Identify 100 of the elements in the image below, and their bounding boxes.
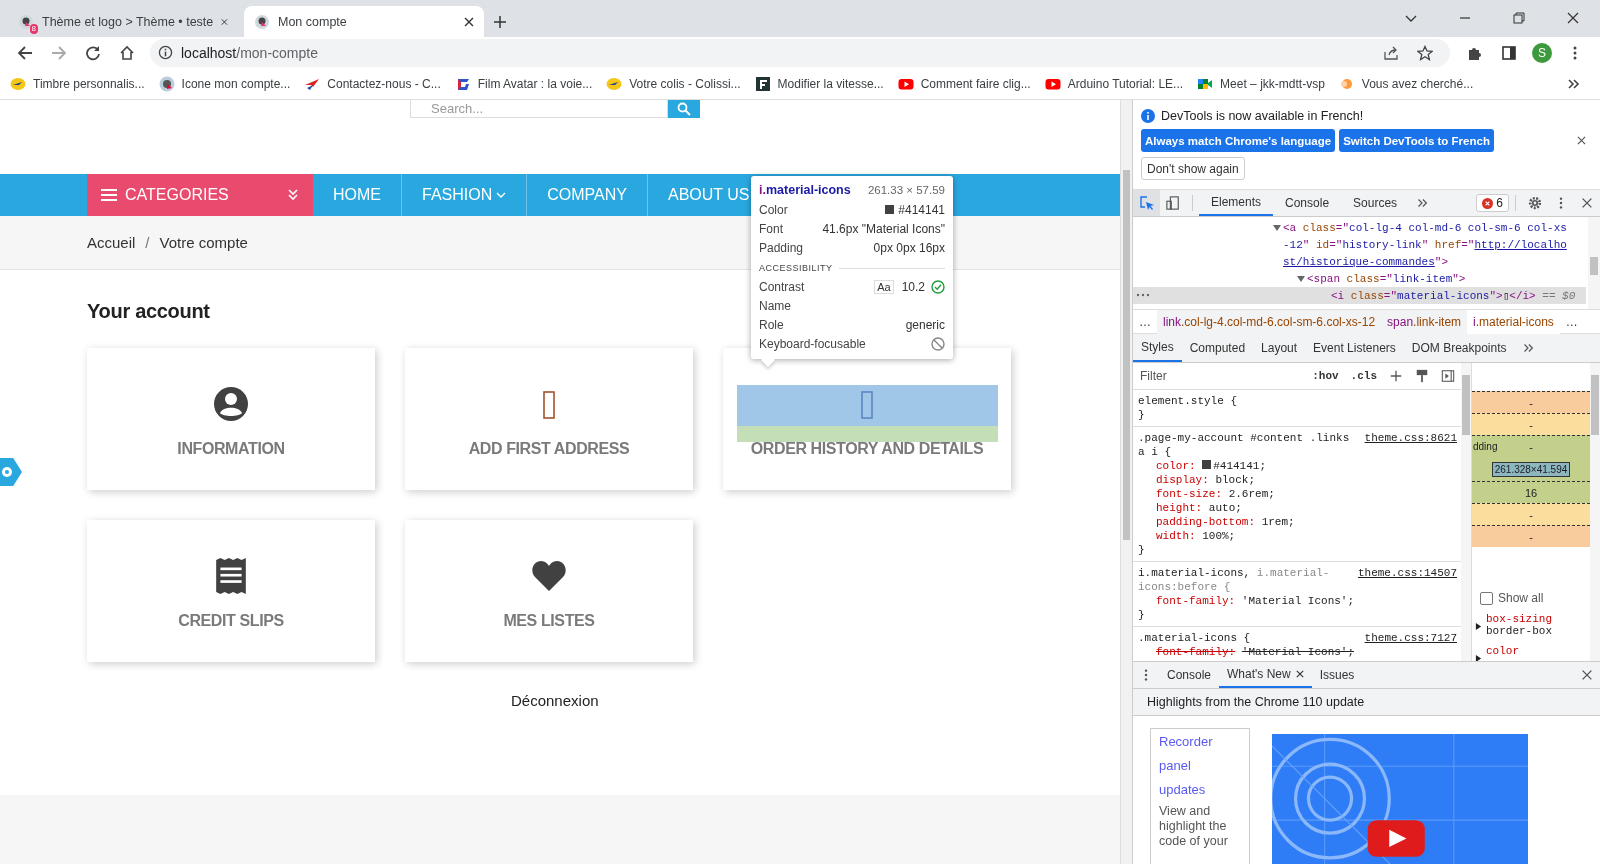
devtools-tab[interactable]: Console <box>1273 190 1342 216</box>
panel-tab[interactable]: Layout <box>1253 334 1306 362</box>
bookmark[interactable]: Contactez-nous - C... <box>304 75 441 92</box>
bookmark[interactable]: Icone mon compte... <box>158 75 291 92</box>
drawer-tab[interactable]: Issues <box>1311 662 1363 688</box>
breadcrumb-item[interactable]: link.col-lg-4.col-md-6.col-sm-6.col-xs-12 <box>1157 309 1382 334</box>
scrollbar[interactable] <box>1588 217 1600 309</box>
language-button[interactable]: Always match Chrome's language <box>1141 129 1336 152</box>
settings-icon[interactable] <box>1528 196 1542 210</box>
reload-icon[interactable] <box>85 44 101 61</box>
account-card[interactable]: ADD FIRST ADDRESS <box>405 348 693 490</box>
expand-triangle-icon[interactable] <box>1475 623 1482 630</box>
close-icon[interactable] <box>1295 670 1304 678</box>
css-declaration[interactable]: padding-bottom: 1rem; <box>1138 515 1457 529</box>
source-link[interactable]: theme.css:14507 <box>1357 566 1457 594</box>
more-tabs-icon[interactable] <box>1415 196 1430 210</box>
sidebar-toggle-icon[interactable] <box>1441 369 1455 383</box>
dom-line[interactable]: st/historique-commandes"> <box>1133 253 1586 270</box>
css-declaration[interactable]: width: 100%; <box>1138 529 1457 543</box>
article-link[interactable]: Recorder <box>1159 734 1241 749</box>
css-declaration[interactable]: font-family: 'Material Icons'; <box>1138 645 1457 659</box>
scrollbar[interactable] <box>1590 363 1600 661</box>
account-card[interactable]: CREDIT SLIPS <box>87 520 375 662</box>
dismiss-button[interactable]: Don't show again <box>1141 157 1245 180</box>
article-link[interactable]: panel <box>1159 758 1241 773</box>
close-icon[interactable] <box>1580 196 1594 210</box>
property-label: Contrast <box>759 279 805 294</box>
bookmark[interactable]: Film Avatar : la voie... <box>454 75 593 92</box>
browser-tab[interactable]: 8 Thème et logo > Thème • teste <box>8 6 238 37</box>
categories-menu[interactable]: CATEGORIES <box>87 174 313 216</box>
plus-icon[interactable] <box>1389 369 1403 383</box>
panel-tab[interactable]: Styles <box>1133 334 1182 362</box>
css-declaration[interactable]: height: auto; <box>1138 501 1457 515</box>
parrot-logo-icon <box>158 75 175 92</box>
scrollbar[interactable] <box>1120 100 1132 864</box>
browser-tab[interactable]: Mon compte <box>244 6 484 37</box>
css-declaration[interactable]: display: block; <box>1138 473 1457 487</box>
address-bar[interactable]: localhost/mon-compte <box>150 38 1450 67</box>
source-link[interactable]: theme.css:8621 <box>1364 431 1457 459</box>
expand-triangle-icon[interactable] <box>1475 655 1482 661</box>
devtools-tab[interactable]: Sources <box>1341 190 1410 216</box>
more-icon[interactable] <box>1136 293 1150 297</box>
profile-avatar[interactable]: S <box>1532 42 1552 63</box>
bookmark[interactable]: Arduino Tutorial: LE... <box>1044 75 1184 92</box>
account-card[interactable]: MES LISTES <box>405 520 693 662</box>
close-icon[interactable] <box>464 16 474 27</box>
bookmark[interactable]: Comment faire clig... <box>897 75 1031 92</box>
new-tab-icon[interactable] <box>494 16 506 28</box>
paint-roller-icon[interactable] <box>1415 369 1429 383</box>
panel-tab[interactable]: Computed <box>1181 334 1254 362</box>
side-panel-icon[interactable] <box>1501 44 1517 61</box>
home-icon[interactable] <box>119 44 135 61</box>
css-declaration[interactable]: font-size: 2.6rem; <box>1138 487 1457 501</box>
share-icon[interactable] <box>1383 44 1399 61</box>
logout-link[interactable]: Déconnexion <box>511 692 599 709</box>
bookmark[interactable]: Vous avez cherché... <box>1338 75 1474 92</box>
dom-line[interactable]: <a class="col-lg-4 col-md-6 col-sm-6 col-xs <box>1133 219 1586 236</box>
breadcrumb-link[interactable]: Accueil <box>87 234 136 251</box>
close-icon[interactable] <box>1577 136 1586 145</box>
css-declaration[interactable]: font-family: 'Material Icons'; <box>1138 594 1457 608</box>
bookmark[interactable]: Meet – jkk-mdtt-vsp <box>1197 75 1325 92</box>
bookmark[interactable]: Votre colis - Colissi... <box>606 75 741 92</box>
dom-line[interactable]: -12" id="history-link" href="http://localho <box>1133 236 1586 253</box>
account-card[interactable]: INFORMATION <box>87 348 375 490</box>
dom-line[interactable]: <span class="link-item"> <box>1133 270 1586 287</box>
device-toolbar-icon[interactable] <box>1166 196 1180 210</box>
bookmark[interactable]: Timbre personnalis... <box>10 75 145 92</box>
language-button[interactable]: Switch DevTools to French <box>1339 129 1494 152</box>
expanded-triangle-icon[interactable] <box>1273 223 1281 232</box>
breadcrumb-link[interactable]: Votre compte <box>159 234 248 251</box>
scrollbar[interactable] <box>1461 363 1471 661</box>
expanded-triangle-icon[interactable] <box>1297 274 1305 283</box>
checkbox[interactable] <box>1480 591 1493 605</box>
panel-tab[interactable]: Event Listeners <box>1305 334 1404 362</box>
computed-property[interactable]: box-sizing border-box <box>1472 605 1590 637</box>
css-declaration[interactable]: color: #414141; <box>1138 459 1457 473</box>
bookmark[interactable]: Modifier la vitesse... <box>754 75 884 92</box>
double-chevron-down-icon <box>287 189 299 201</box>
breadcrumb-item[interactable]: span.link-item <box>1381 309 1468 334</box>
error-counter[interactable]: 6 <box>1476 194 1509 212</box>
close-icon[interactable] <box>1567 12 1579 24</box>
panel-tab[interactable]: DOM Breakpoints <box>1403 334 1515 362</box>
restore-icon[interactable] <box>1513 12 1525 24</box>
search-button[interactable] <box>668 100 700 118</box>
source-link[interactable]: theme.css:7127 <box>1364 631 1457 645</box>
info-icon[interactable] <box>158 45 173 60</box>
computed-property[interactable]: color <box>1472 637 1590 661</box>
class-button[interactable]: .cls <box>1350 370 1377 382</box>
devtools-tab[interactable]: Elements <box>1199 190 1274 216</box>
drawer-tab[interactable]: Console <box>1159 662 1220 688</box>
hover-state-button[interactable]: :hov <box>1312 370 1339 382</box>
color-swatch[interactable] <box>1202 460 1212 469</box>
back-arrow-icon[interactable] <box>17 44 33 61</box>
article-link[interactable]: updates <box>1159 782 1241 797</box>
inspect-button[interactable] <box>1133 190 1160 216</box>
close-icon[interactable] <box>1580 668 1594 682</box>
star-icon[interactable] <box>1417 44 1433 61</box>
settings-tab[interactable] <box>0 458 22 486</box>
property-value: 0px 0px 16px <box>873 240 945 255</box>
property-label: Keyboard-focusable <box>759 336 866 351</box>
